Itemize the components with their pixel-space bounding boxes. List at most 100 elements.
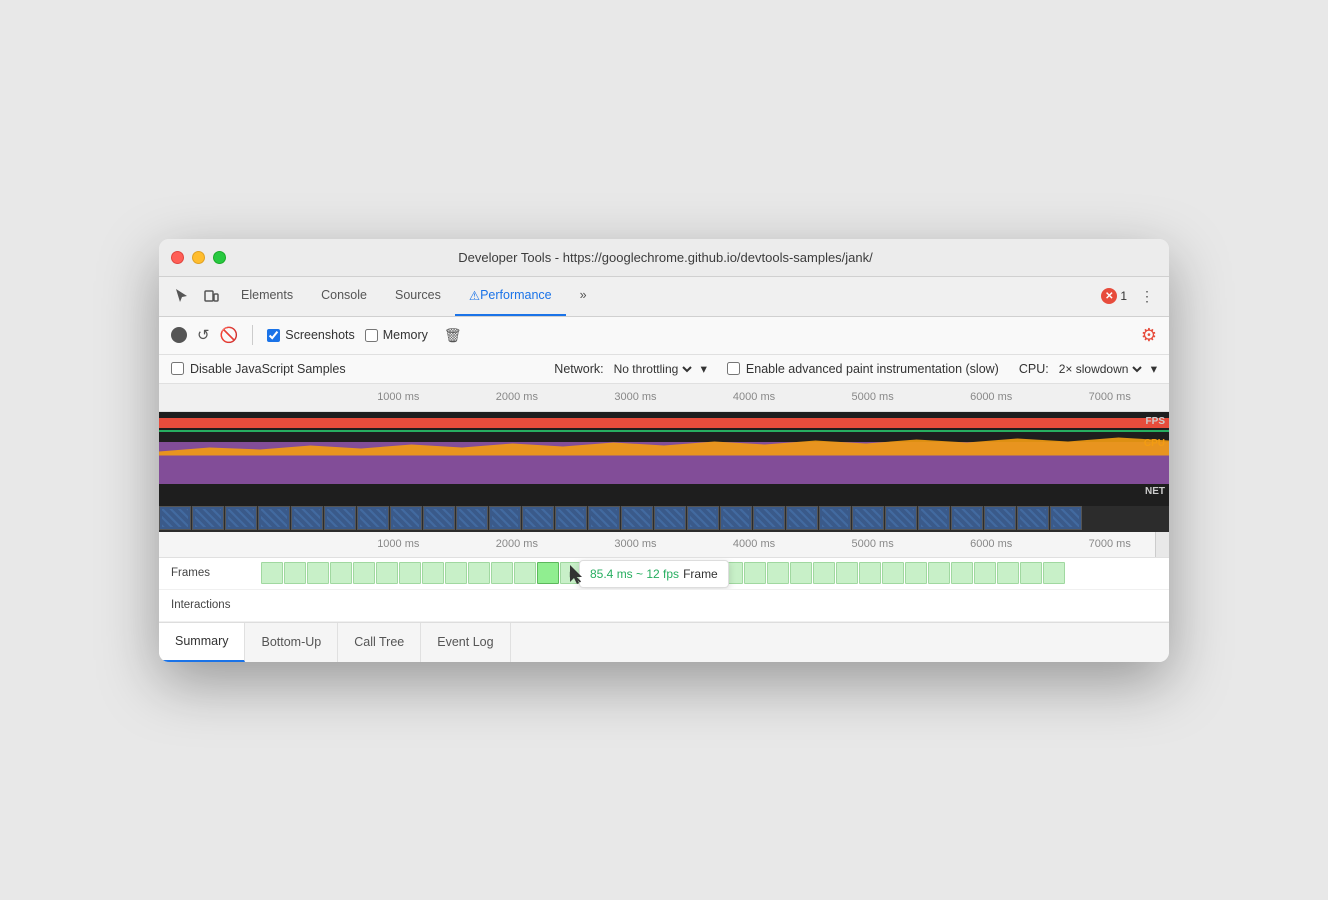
screenshot-thumb xyxy=(786,506,818,530)
ruler-tick-5000: 5000 ms xyxy=(813,538,932,550)
screenshot-thumb xyxy=(456,506,488,530)
tab-sources[interactable]: Sources xyxy=(381,277,455,316)
screenshot-thumb xyxy=(291,506,323,530)
frame-block xyxy=(813,562,835,584)
frame-block xyxy=(790,562,812,584)
ruler-tick-7000: 7000 ms xyxy=(1050,538,1169,550)
separator xyxy=(252,325,253,345)
disable-js-checkbox[interactable] xyxy=(171,362,184,375)
screenshot-thumb xyxy=(951,506,983,530)
timeline-ticks: 1000 ms 2000 ms 3000 ms 4000 ms 5000 ms … xyxy=(339,391,1169,403)
options-right: Network: No throttling Fast 3G Slow 3G ▾ xyxy=(554,361,707,377)
main-toolbar: Elements Console Sources ⚠ Performance »… xyxy=(159,277,1169,317)
tick-3000: 3000 ms xyxy=(576,391,695,403)
error-badge[interactable]: ✕ 1 xyxy=(1101,288,1127,304)
ruler-tick-3000: 3000 ms xyxy=(576,538,695,550)
timeline-ruler: 1000 ms 2000 ms 3000 ms 4000 ms 5000 ms … xyxy=(159,532,1169,558)
frame-block xyxy=(859,562,881,584)
frame-block xyxy=(514,562,536,584)
cursor-icon[interactable] xyxy=(167,282,195,310)
screenshots-checkbox[interactable] xyxy=(267,329,280,342)
network-dropdown-row: Network: No throttling Fast 3G Slow 3G ▾ xyxy=(554,361,707,377)
frame-block xyxy=(1020,562,1042,584)
screenshot-thumb xyxy=(357,506,389,530)
ruler-tick-4000: 4000 ms xyxy=(695,538,814,550)
disable-js-label[interactable]: Disable JavaScript Samples xyxy=(171,362,346,376)
reload-icon[interactable]: ↺ xyxy=(197,326,210,344)
tick-2000: 2000 ms xyxy=(458,391,577,403)
frame-block xyxy=(974,562,996,584)
advanced-paint-checkbox[interactable] xyxy=(727,362,740,375)
frame-block xyxy=(491,562,513,584)
delete-icon[interactable]: 🗑 xyxy=(444,327,462,344)
interactions-content xyxy=(259,590,1169,621)
frames-label: Frames xyxy=(159,567,259,579)
net-label: NET xyxy=(1145,486,1165,497)
screenshots-area xyxy=(159,506,1169,532)
cpu-dropdown-row: CPU: 2× slowdown 4× slowdown No throttli… xyxy=(1019,361,1157,377)
tab-call-tree[interactable]: Call Tree xyxy=(338,623,421,662)
screenshot-thumb xyxy=(588,506,620,530)
error-circle: ✕ xyxy=(1101,288,1117,304)
screenshot-thumb xyxy=(984,506,1016,530)
settings-icon[interactable]: ⚙ xyxy=(1141,325,1157,346)
frame-block xyxy=(376,562,398,584)
scroll-indicator[interactable] xyxy=(1155,532,1169,557)
screenshot-thumb xyxy=(423,506,455,530)
network-select[interactable]: No throttling Fast 3G Slow 3G xyxy=(610,361,695,377)
cpu-select[interactable]: 2× slowdown 4× slowdown No throttling xyxy=(1055,361,1145,377)
tab-summary[interactable]: Summary xyxy=(159,623,245,662)
minimap[interactable]: FPS CPU NET xyxy=(159,412,1169,532)
bottom-tabs: Summary Bottom-Up Call Tree Event Log xyxy=(159,622,1169,662)
frame-block xyxy=(330,562,352,584)
more-options-icon[interactable]: ⋮ xyxy=(1133,282,1161,310)
device-mode-icon[interactable] xyxy=(197,282,225,310)
memory-checkbox[interactable] xyxy=(365,329,378,342)
frame-block xyxy=(468,562,490,584)
cpu-yellow-bar xyxy=(159,436,1169,456)
fps-green-line xyxy=(159,430,1169,432)
interactions-label: Interactions xyxy=(159,599,259,611)
cpu-label: CPU xyxy=(1144,438,1165,449)
net-area: NET xyxy=(159,484,1169,506)
interactions-row[interactable]: Interactions xyxy=(159,590,1169,622)
record-button[interactable] xyxy=(171,327,187,343)
tab-more[interactable]: » xyxy=(566,277,601,316)
frame-block xyxy=(744,562,766,584)
timeline-header: 1000 ms 2000 ms 3000 ms 4000 ms 5000 ms … xyxy=(159,384,1169,412)
tick-6000: 6000 ms xyxy=(932,391,1051,403)
titlebar: Developer Tools - https://googlechrome.g… xyxy=(159,239,1169,277)
screenshot-thumb xyxy=(192,506,224,530)
frame-block xyxy=(882,562,904,584)
frame-tooltip: 85.4 ms ~ 12 fps Frame xyxy=(579,560,729,588)
tab-event-log[interactable]: Event Log xyxy=(421,623,510,662)
cpu-chevron-icon: ▾ xyxy=(1151,361,1157,376)
tick-5000: 5000 ms xyxy=(813,391,932,403)
clear-icon[interactable]: 🚫 xyxy=(220,326,239,344)
frames-content[interactable]: 85.4 ms ~ 12 fps Frame xyxy=(259,558,1169,589)
screenshots-checkbox-label[interactable]: Screenshots xyxy=(267,328,354,342)
screenshot-thumb xyxy=(390,506,422,530)
screenshot-thumb xyxy=(555,506,587,530)
window-title: Developer Tools - https://googlechrome.g… xyxy=(174,250,1157,265)
frame-block xyxy=(284,562,306,584)
screenshot-thumb xyxy=(1017,506,1049,530)
screenshot-thumb xyxy=(522,506,554,530)
tab-console[interactable]: Console xyxy=(307,277,381,316)
devtools-window: Developer Tools - https://googlechrome.g… xyxy=(159,239,1169,662)
fps-red-line xyxy=(159,418,1169,428)
main-timeline: 1000 ms 2000 ms 3000 ms 4000 ms 5000 ms … xyxy=(159,532,1169,622)
tooltip-fps-text: 85.4 ms ~ 12 fps xyxy=(590,567,679,581)
screenshot-thumb xyxy=(885,506,917,530)
tab-elements[interactable]: Elements xyxy=(227,277,307,316)
frame-block xyxy=(307,562,329,584)
frame-block xyxy=(1043,562,1065,584)
frames-row[interactable]: Frames xyxy=(159,558,1169,590)
controls-bar: ↺ 🚫 Screenshots Memory 🗑 ⚙ xyxy=(159,317,1169,355)
tab-performance[interactable]: ⚠ Performance xyxy=(455,277,566,316)
screenshot-thumb xyxy=(753,506,785,530)
memory-checkbox-label[interactable]: Memory xyxy=(365,328,428,342)
toolbar-right: ✕ 1 ⋮ xyxy=(1101,282,1161,310)
advanced-paint-label[interactable]: Enable advanced paint instrumentation (s… xyxy=(727,362,999,376)
tab-bottom-up[interactable]: Bottom-Up xyxy=(245,623,338,662)
